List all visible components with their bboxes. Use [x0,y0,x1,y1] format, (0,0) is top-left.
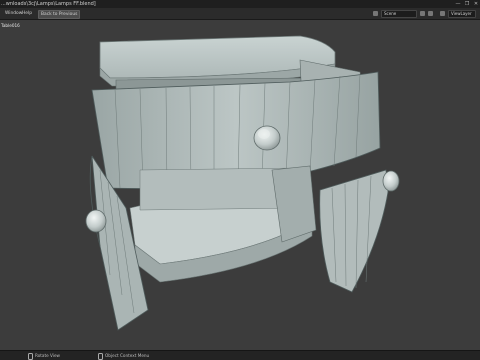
rotate-hint-label: Rotate View [35,353,60,358]
mouse-middle-icon [28,352,33,360]
3d-viewport[interactable]: Table016 [0,20,480,350]
left-door-knob[interactable] [85,209,107,233]
scene-options-icon[interactable] [420,11,425,16]
drawer-knob[interactable] [253,125,281,151]
view-layer-selector[interactable]: ViewLayer [448,9,476,18]
scene-selector[interactable]: Scene [381,9,417,18]
blender-window: ...wnloads\3cj\Lamps\Lamps FF.blend] — ❐… [0,0,480,360]
scene-icon[interactable] [373,11,378,16]
back-to-previous-button[interactable]: Back to Previous [38,10,81,19]
maximize-icon[interactable]: ❐ [463,0,471,8]
window-title: ...wnloads\3cj\Lamps\Lamps FF.blend] [1,1,96,7]
mouse-right-icon [98,352,103,360]
context-menu-hint-label: Object Context Menu [105,353,150,358]
rotate-hint: Rotate View [28,351,60,360]
close-icon[interactable]: ✕ [472,0,480,8]
menu-help[interactable]: Help [20,10,34,17]
close-scene-icon[interactable] [428,11,433,16]
title-bar: ...wnloads\3cj\Lamps\Lamps FF.blend] — ❐… [0,0,480,8]
right-door[interactable] [319,169,389,293]
view-layer-icon[interactable] [440,11,445,16]
nightstand-model[interactable] [0,20,480,350]
top-menubar: Window Help Back to Previous Scene ViewL… [0,8,480,20]
minimize-icon[interactable]: — [454,0,462,8]
context-menu-hint: Object Context Menu [98,351,149,360]
status-bar: Rotate View Object Context Menu [0,350,480,360]
header-right-controls: Scene ViewLayer [373,9,476,18]
right-door-knob[interactable] [382,170,400,192]
